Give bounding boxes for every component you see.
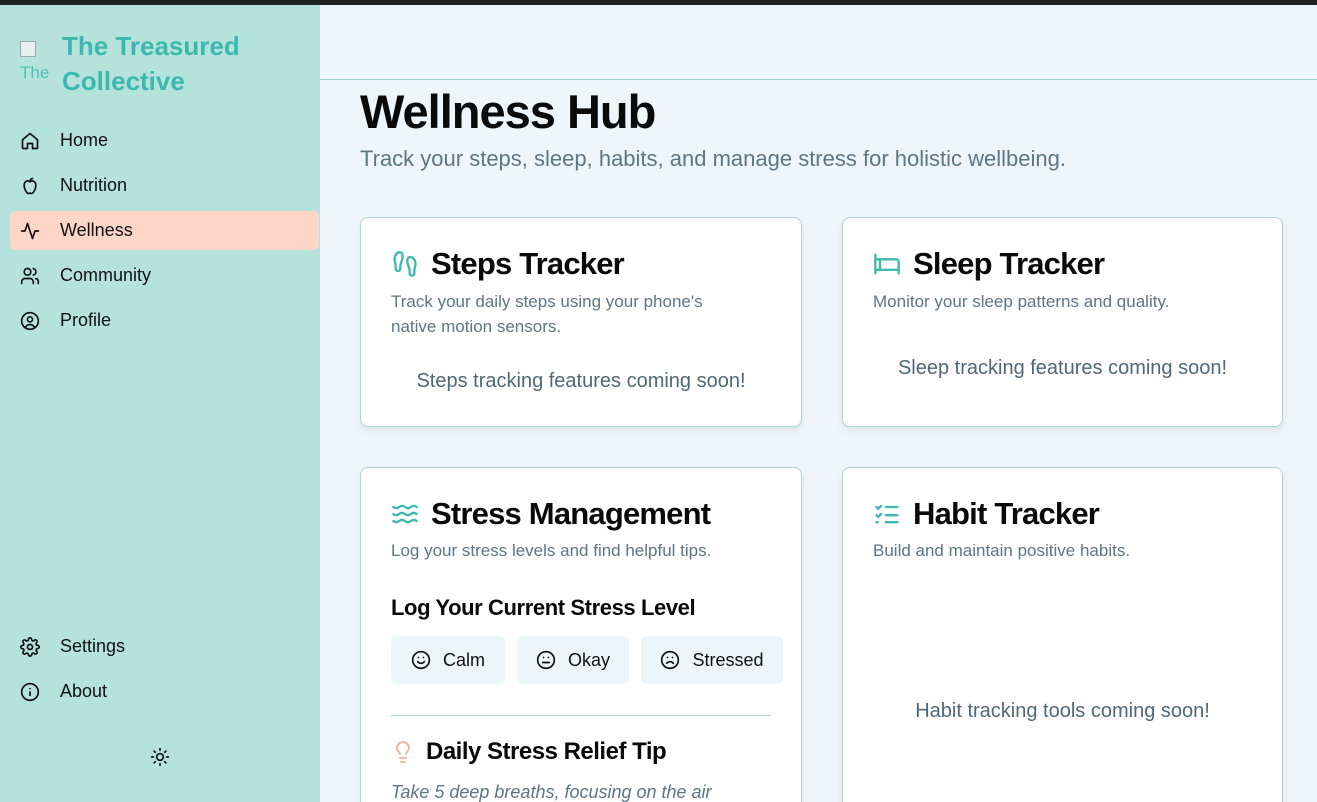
coming-soon-text: Sleep tracking features coming soon!: [897, 357, 1228, 379]
list-checks-icon: [875, 504, 899, 524]
broken-image-icon: [20, 41, 36, 57]
home-icon: [21, 132, 39, 149]
info-icon: [20, 682, 40, 701]
sidebar-item-label: Wellness: [60, 220, 133, 240]
stress-level-options: Calm Okay Stressed: [391, 636, 783, 684]
stress-management-card: Stress Management Log your stress levels…: [360, 467, 802, 802]
page-subtitle: Track your steps, sleep, habits, and man…: [360, 146, 1066, 171]
sidebar-item-label: About: [60, 681, 108, 701]
habit-tracker-card: Habit Tracker Build and maintain positiv…: [842, 467, 1283, 802]
coming-soon-text: Habit tracking tools coming soon!: [915, 700, 1210, 722]
card-description-line: native motion sensors.: [391, 317, 562, 336]
smile-icon: [411, 650, 431, 670]
card-description: Track your daily steps using your phone'…: [391, 289, 703, 339]
brand[interactable]: The The Treasured Collective: [20, 29, 262, 99]
sidebar-item-label: Home: [60, 130, 109, 150]
sidebar-nav: Home Nutrition Wellness Community Profil…: [10, 121, 319, 346]
stress-tip-title: Daily Stress Relief Tip: [426, 738, 667, 765]
stress-stressed-button[interactable]: Stressed: [641, 636, 783, 684]
sidebar-item-wellness[interactable]: Wellness: [10, 211, 319, 250]
sidebar-item-nutrition[interactable]: Nutrition: [10, 166, 319, 205]
sleep-tracker-card: Sleep Tracker Monitor your sleep pattern…: [842, 217, 1283, 427]
frown-icon: [661, 650, 680, 670]
steps-tracker-card: Steps Tracker Track your daily steps usi…: [360, 217, 802, 427]
sidebar-item-about[interactable]: About: [10, 672, 319, 711]
top-header: [320, 5, 1317, 80]
stress-calm-button[interactable]: Calm: [391, 636, 505, 684]
card-description: Monitor your sleep patterns and quality.: [873, 292, 1170, 311]
coming-soon-text: Steps tracking features coming soon!: [416, 370, 746, 392]
bed-icon: [874, 253, 900, 275]
sidebar-bottom-nav: Settings About: [10, 627, 319, 717]
brand-logo-alt: The: [20, 63, 50, 82]
card-title: Habit Tracker: [913, 496, 1100, 531]
gear-icon: [20, 636, 40, 657]
sun-icon[interactable]: [150, 747, 170, 767]
card-title: Sleep Tracker: [913, 246, 1105, 281]
sidebar-item-community[interactable]: Community: [10, 256, 319, 295]
page-title: Wellness Hub: [360, 85, 656, 138]
sidebar-item-label: Profile: [60, 310, 112, 330]
sidebar-item-label: Settings: [60, 636, 126, 656]
footprints-icon: [393, 251, 417, 277]
sidebar-item-label: Community: [60, 265, 152, 285]
card-description-line: Track your daily steps using your phone'…: [391, 292, 703, 311]
meh-icon: [536, 650, 556, 670]
sidebar-item-home[interactable]: Home: [10, 121, 319, 160]
stress-tip-text: Take 5 deep breaths, focusing on the air: [391, 782, 712, 802]
divider: [391, 715, 771, 716]
card-description: Build and maintain positive habits.: [873, 541, 1131, 560]
lightbulb-icon: [396, 741, 410, 763]
log-stress-heading: Log Your Current Stress Level: [391, 595, 696, 620]
apple-icon: [23, 177, 37, 194]
waves-icon: [392, 504, 418, 524]
stress-okay-button[interactable]: Okay: [517, 636, 629, 684]
mood-label: Okay: [567, 649, 610, 670]
brand-logo: The: [20, 41, 54, 83]
user-circle-icon: [20, 311, 40, 330]
mood-label: Stressed: [692, 649, 764, 670]
card-title: Stress Management: [431, 496, 711, 531]
mood-label: Calm: [442, 649, 485, 670]
brand-name: The Treasured Collective: [62, 31, 240, 96]
card-description: Log your stress levels and find helpful …: [391, 541, 712, 560]
card-title: Steps Tracker: [431, 246, 625, 281]
users-icon: [20, 267, 40, 284]
sidebar-item-settings[interactable]: Settings: [10, 627, 319, 666]
sidebar-item-label: Nutrition: [60, 175, 128, 195]
sidebar-item-profile[interactable]: Profile: [10, 301, 319, 340]
activity-icon: [20, 222, 40, 239]
